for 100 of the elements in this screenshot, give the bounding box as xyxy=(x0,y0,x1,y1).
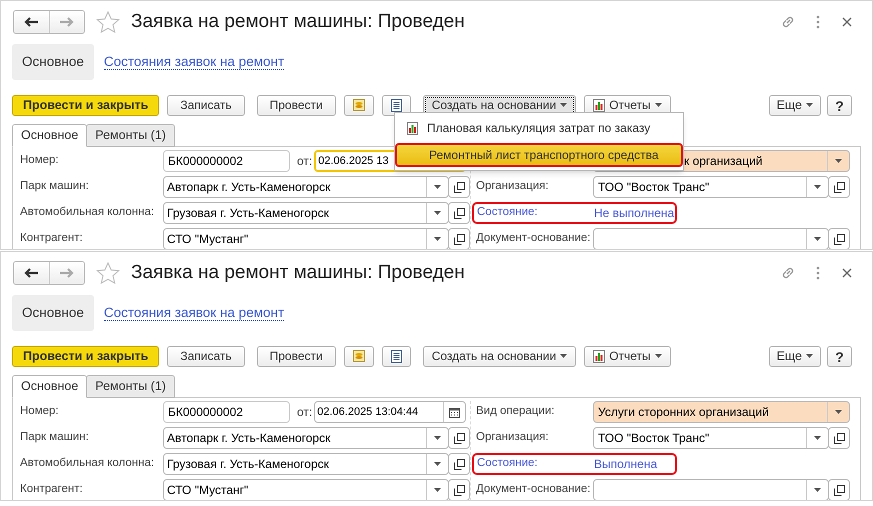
caret-icon xyxy=(654,103,662,107)
form-tab[interactable]: Ремонты (1) xyxy=(86,124,175,147)
more-icon[interactable] xyxy=(816,266,820,280)
toolbar-button[interactable]: Записать xyxy=(167,346,245,366)
select-field[interactable]: Автопарк г. Усть-Каменогорск xyxy=(163,427,449,449)
help-button[interactable]: ? xyxy=(827,94,852,116)
caret-icon xyxy=(654,354,662,358)
caret-icon xyxy=(560,354,568,358)
section-link[interactable]: Состояния заявок на ремонт xyxy=(104,305,284,321)
star-icon[interactable] xyxy=(96,262,120,284)
field-label: от: xyxy=(297,404,312,421)
select-field[interactable]: Грузовая г. Усть-Каменогорск xyxy=(163,202,449,224)
link-icon[interactable] xyxy=(780,14,796,30)
open-button[interactable] xyxy=(448,228,470,249)
section-tab[interactable]: Основное xyxy=(12,295,94,331)
open-button[interactable] xyxy=(448,479,470,500)
field-label: Автомобильная колонна: xyxy=(20,205,156,220)
select-field[interactable]: Автопарк г. Усть-Каменогорск xyxy=(163,176,449,198)
toolbar-icon-button[interactable] xyxy=(344,94,374,116)
caret-icon xyxy=(434,436,441,440)
more-menu-button[interactable]: Еще xyxy=(768,94,821,116)
select-field[interactable]: ТОО "Восток Транс" xyxy=(593,176,829,198)
open-button[interactable] xyxy=(448,427,470,449)
open-button[interactable] xyxy=(828,427,850,449)
window-title: Заявка на ремонт машины: Проведен xyxy=(131,260,465,285)
select-field[interactable] xyxy=(593,228,829,249)
help-button[interactable]: ? xyxy=(827,346,852,366)
caret-icon xyxy=(434,185,441,189)
select-field[interactable]: ТОО "Восток Транс" xyxy=(593,427,829,449)
close-icon[interactable] xyxy=(842,268,852,278)
document-icon xyxy=(390,350,402,362)
open-button[interactable] xyxy=(448,176,470,198)
open-icon xyxy=(454,458,464,470)
open-icon xyxy=(454,182,464,192)
field-label: Контрагент: xyxy=(20,231,84,246)
field-label: Номер: xyxy=(20,404,60,420)
toolbar-button[interactable]: Записать xyxy=(167,94,245,116)
forward-arrow-icon xyxy=(60,268,74,278)
caret-icon xyxy=(814,488,821,492)
number-field[interactable]: БК000000002 xyxy=(163,150,290,172)
create-based-on-menu-button[interactable]: Создать на основании xyxy=(422,346,576,366)
caret-icon xyxy=(814,185,821,189)
link-icon[interactable] xyxy=(780,265,796,281)
field-label: Контрагент: xyxy=(20,482,84,498)
open-icon xyxy=(454,484,464,496)
toolbar-icon-button[interactable] xyxy=(344,346,374,366)
caret-icon xyxy=(814,237,821,241)
status-link[interactable]: Выполнена xyxy=(594,455,658,473)
menu-item[interactable]: Плановая калькуляция затрат по заказу xyxy=(395,116,683,140)
coins-icon xyxy=(352,350,365,362)
status-link[interactable]: Не выполнена xyxy=(594,204,674,222)
operation-type-field[interactable]: Услуги сторонних организаций xyxy=(593,401,850,423)
caret-icon xyxy=(835,410,842,414)
field-label: Автомобильная колонна: xyxy=(20,456,156,472)
form-tab[interactable]: Ремонты (1) xyxy=(86,375,175,398)
open-icon xyxy=(834,484,844,496)
more-icon[interactable] xyxy=(816,15,820,29)
field-label: Документ-основание: xyxy=(476,231,592,246)
caret-icon xyxy=(434,462,441,466)
caret-icon xyxy=(835,159,842,163)
field-label: Состояние: xyxy=(477,205,539,220)
toolbar-button[interactable]: Провести xyxy=(256,346,336,366)
more-menu-button[interactable]: Еще xyxy=(768,346,821,366)
select-field[interactable] xyxy=(593,479,829,500)
reports-menu-button[interactable]: Отчеты xyxy=(584,346,671,366)
field-label: Состояние: xyxy=(477,456,539,472)
field-label: Номер: xyxy=(20,153,60,168)
open-icon xyxy=(834,432,844,444)
caret-icon xyxy=(806,103,813,107)
toolbar-button[interactable]: Провести xyxy=(256,94,336,116)
open-button[interactable] xyxy=(828,176,850,198)
open-button[interactable] xyxy=(448,202,470,224)
date-field[interactable]: 02.06.2025 13:04:44 xyxy=(314,401,466,423)
post-and-close-button[interactable]: Провести и закрыть xyxy=(12,94,160,116)
forward-arrow-icon xyxy=(60,17,74,27)
caret-icon xyxy=(434,488,441,492)
toolbar-icon-button[interactable] xyxy=(382,94,411,116)
field-label: Организация: xyxy=(476,179,550,194)
section-link[interactable]: Состояния заявок на ремонт xyxy=(104,54,284,70)
close-icon[interactable] xyxy=(842,17,852,27)
form-tab[interactable]: Основное xyxy=(12,375,88,398)
open-button[interactable] xyxy=(828,228,850,249)
select-field[interactable]: СТО "Мустанг" xyxy=(163,228,449,249)
open-button[interactable] xyxy=(828,479,850,500)
open-button[interactable] xyxy=(448,453,470,475)
select-field[interactable]: Грузовая г. Усть-Каменогорск xyxy=(163,453,449,475)
number-field[interactable]: БК000000002 xyxy=(163,401,290,423)
menu-item[interactable]: Ремонтный лист транспортного средства xyxy=(395,143,683,167)
select-field[interactable]: СТО "Мустанг" xyxy=(163,479,449,500)
coins-icon xyxy=(352,99,365,111)
chart-icon xyxy=(593,350,606,362)
back-arrow-icon xyxy=(24,268,38,278)
post-and-close-button[interactable]: Провести и закрыть xyxy=(12,346,160,367)
star-icon[interactable] xyxy=(96,11,120,33)
toolbar-icon-button[interactable] xyxy=(382,346,411,366)
field-label: Организация: xyxy=(476,430,550,446)
section-tab[interactable]: Основное xyxy=(12,44,94,80)
form-tab[interactable]: Основное xyxy=(12,124,88,147)
window-title: Заявка на ремонт машины: Проведен xyxy=(131,10,465,34)
open-icon xyxy=(454,234,464,244)
